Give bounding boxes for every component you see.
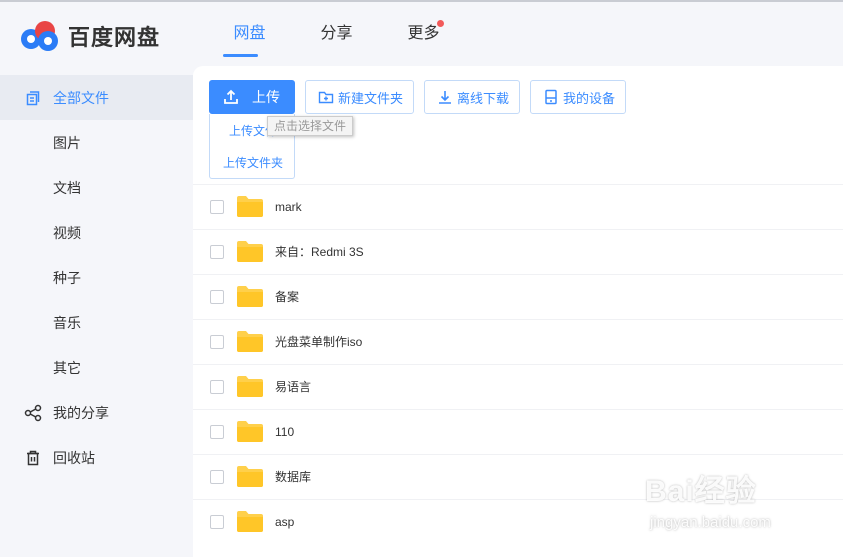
sidebar-item-label: 我的分享 xyxy=(53,404,109,421)
file-row[interactable]: 光盘菜单制作iso xyxy=(193,319,843,364)
file-name[interactable]: 光盘菜单制作iso xyxy=(275,320,362,364)
sidebar-item-label: 图片 xyxy=(53,134,81,151)
sidebar-item-videos[interactable]: 视频 xyxy=(0,210,193,255)
new-folder-icon xyxy=(318,89,334,105)
sidebar-item-documents[interactable]: 文档 xyxy=(0,165,193,210)
folder-icon xyxy=(237,465,263,490)
file-row[interactable]: 备案 xyxy=(193,274,843,319)
top-nav: 网盘 分享 更多 xyxy=(206,2,467,66)
my-devices-label: 我的设备 xyxy=(563,90,616,106)
baidu-cloud-logo-icon xyxy=(21,21,58,51)
sidebar-item-label: 回收站 xyxy=(53,449,95,466)
file-name[interactable]: 数据库 xyxy=(275,455,311,499)
file-checkbox[interactable] xyxy=(210,515,224,529)
sidebar-item-torrents[interactable]: 种子 xyxy=(0,255,193,300)
upload-icon xyxy=(223,89,239,105)
app-logo[interactable]: 百度网盘 xyxy=(18,18,160,54)
folder-icon xyxy=(237,420,263,445)
baidu-jingyan-watermark: Bai经验 jingyan.baidu.com xyxy=(645,466,805,546)
top-bar: 百度网盘 网盘 分享 更多 xyxy=(0,0,843,66)
file-checkbox[interactable] xyxy=(210,200,224,214)
toolbar: 上传 新建文件夹 离线下载 我的设备 xyxy=(209,80,636,114)
folder-icon xyxy=(237,195,263,220)
file-name[interactable]: 110 xyxy=(275,410,294,454)
device-icon xyxy=(543,89,559,105)
file-name[interactable]: 备案 xyxy=(275,275,299,319)
file-checkbox[interactable] xyxy=(210,245,224,259)
new-folder-button[interactable]: 新建文件夹 xyxy=(305,80,415,114)
sidebar: 全部文件 图片 文档 视频 种子 音乐 其它 我的分享 回收站 xyxy=(0,66,193,557)
files-icon xyxy=(23,88,43,108)
sidebar-item-label: 音乐 xyxy=(53,314,81,331)
upload-button[interactable]: 上传 xyxy=(209,80,295,114)
trash-icon xyxy=(23,448,43,468)
notification-dot xyxy=(437,20,444,27)
file-checkbox[interactable] xyxy=(210,380,224,394)
watermark-url: jingyan.baidu.com xyxy=(650,514,771,531)
sidebar-item-label: 文档 xyxy=(53,179,81,196)
nav-tab-netdisk[interactable]: 网盘 xyxy=(206,2,293,66)
sidebar-item-music[interactable]: 音乐 xyxy=(0,300,193,345)
share-icon xyxy=(23,403,43,423)
upload-folder-option[interactable]: 上传文件夹 xyxy=(210,154,296,171)
sidebar-item-label: 其它 xyxy=(53,359,81,376)
file-checkbox[interactable] xyxy=(210,290,224,304)
sidebar-item-label: 视频 xyxy=(53,224,81,241)
file-name[interactable]: 易语言 xyxy=(275,365,311,409)
select-file-tooltip: 点击选择文件 xyxy=(267,116,354,136)
folder-icon xyxy=(237,285,263,310)
file-row[interactable]: 来自：Redmi 3S xyxy=(193,229,843,274)
sidebar-item-other[interactable]: 其它 xyxy=(0,345,193,390)
file-row[interactable]: 易语言 xyxy=(193,364,843,409)
sidebar-item-label: 全部文件 xyxy=(53,89,109,106)
sidebar-item-all-files[interactable]: 全部文件 xyxy=(0,75,193,120)
sidebar-item-recycle-bin[interactable]: 回收站 xyxy=(0,435,193,480)
file-row[interactable]: 110 xyxy=(193,409,843,454)
nav-tab-more-label: 更多 xyxy=(407,25,440,42)
folder-icon xyxy=(237,330,263,355)
file-row[interactable]: mark xyxy=(193,184,843,229)
file-checkbox[interactable] xyxy=(210,470,224,484)
file-checkbox[interactable] xyxy=(210,425,224,439)
sidebar-item-images[interactable]: 图片 xyxy=(0,120,193,165)
upload-label: 上传 xyxy=(252,89,280,105)
nav-tab-share[interactable]: 分享 xyxy=(293,2,380,66)
nav-tab-more[interactable]: 更多 xyxy=(380,2,467,66)
sidebar-item-label: 种子 xyxy=(53,269,81,286)
folder-icon xyxy=(237,240,263,265)
watermark-logo: Bai经验 xyxy=(645,475,757,508)
offline-download-label: 离线下载 xyxy=(457,90,510,106)
file-checkbox[interactable] xyxy=(210,335,224,349)
offline-download-button[interactable]: 离线下载 xyxy=(424,80,521,114)
my-devices-button[interactable]: 我的设备 xyxy=(530,80,627,114)
sidebar-item-my-shares[interactable]: 我的分享 xyxy=(0,390,193,435)
folder-icon xyxy=(237,375,263,400)
download-icon xyxy=(437,89,453,105)
folder-icon xyxy=(237,510,263,535)
file-name[interactable]: 来自：Redmi 3S xyxy=(275,230,364,274)
file-name[interactable]: asp xyxy=(275,500,294,544)
app-title: 百度网盘 xyxy=(68,25,161,50)
new-folder-label: 新建文件夹 xyxy=(338,90,404,106)
file-name[interactable]: mark xyxy=(275,185,302,229)
